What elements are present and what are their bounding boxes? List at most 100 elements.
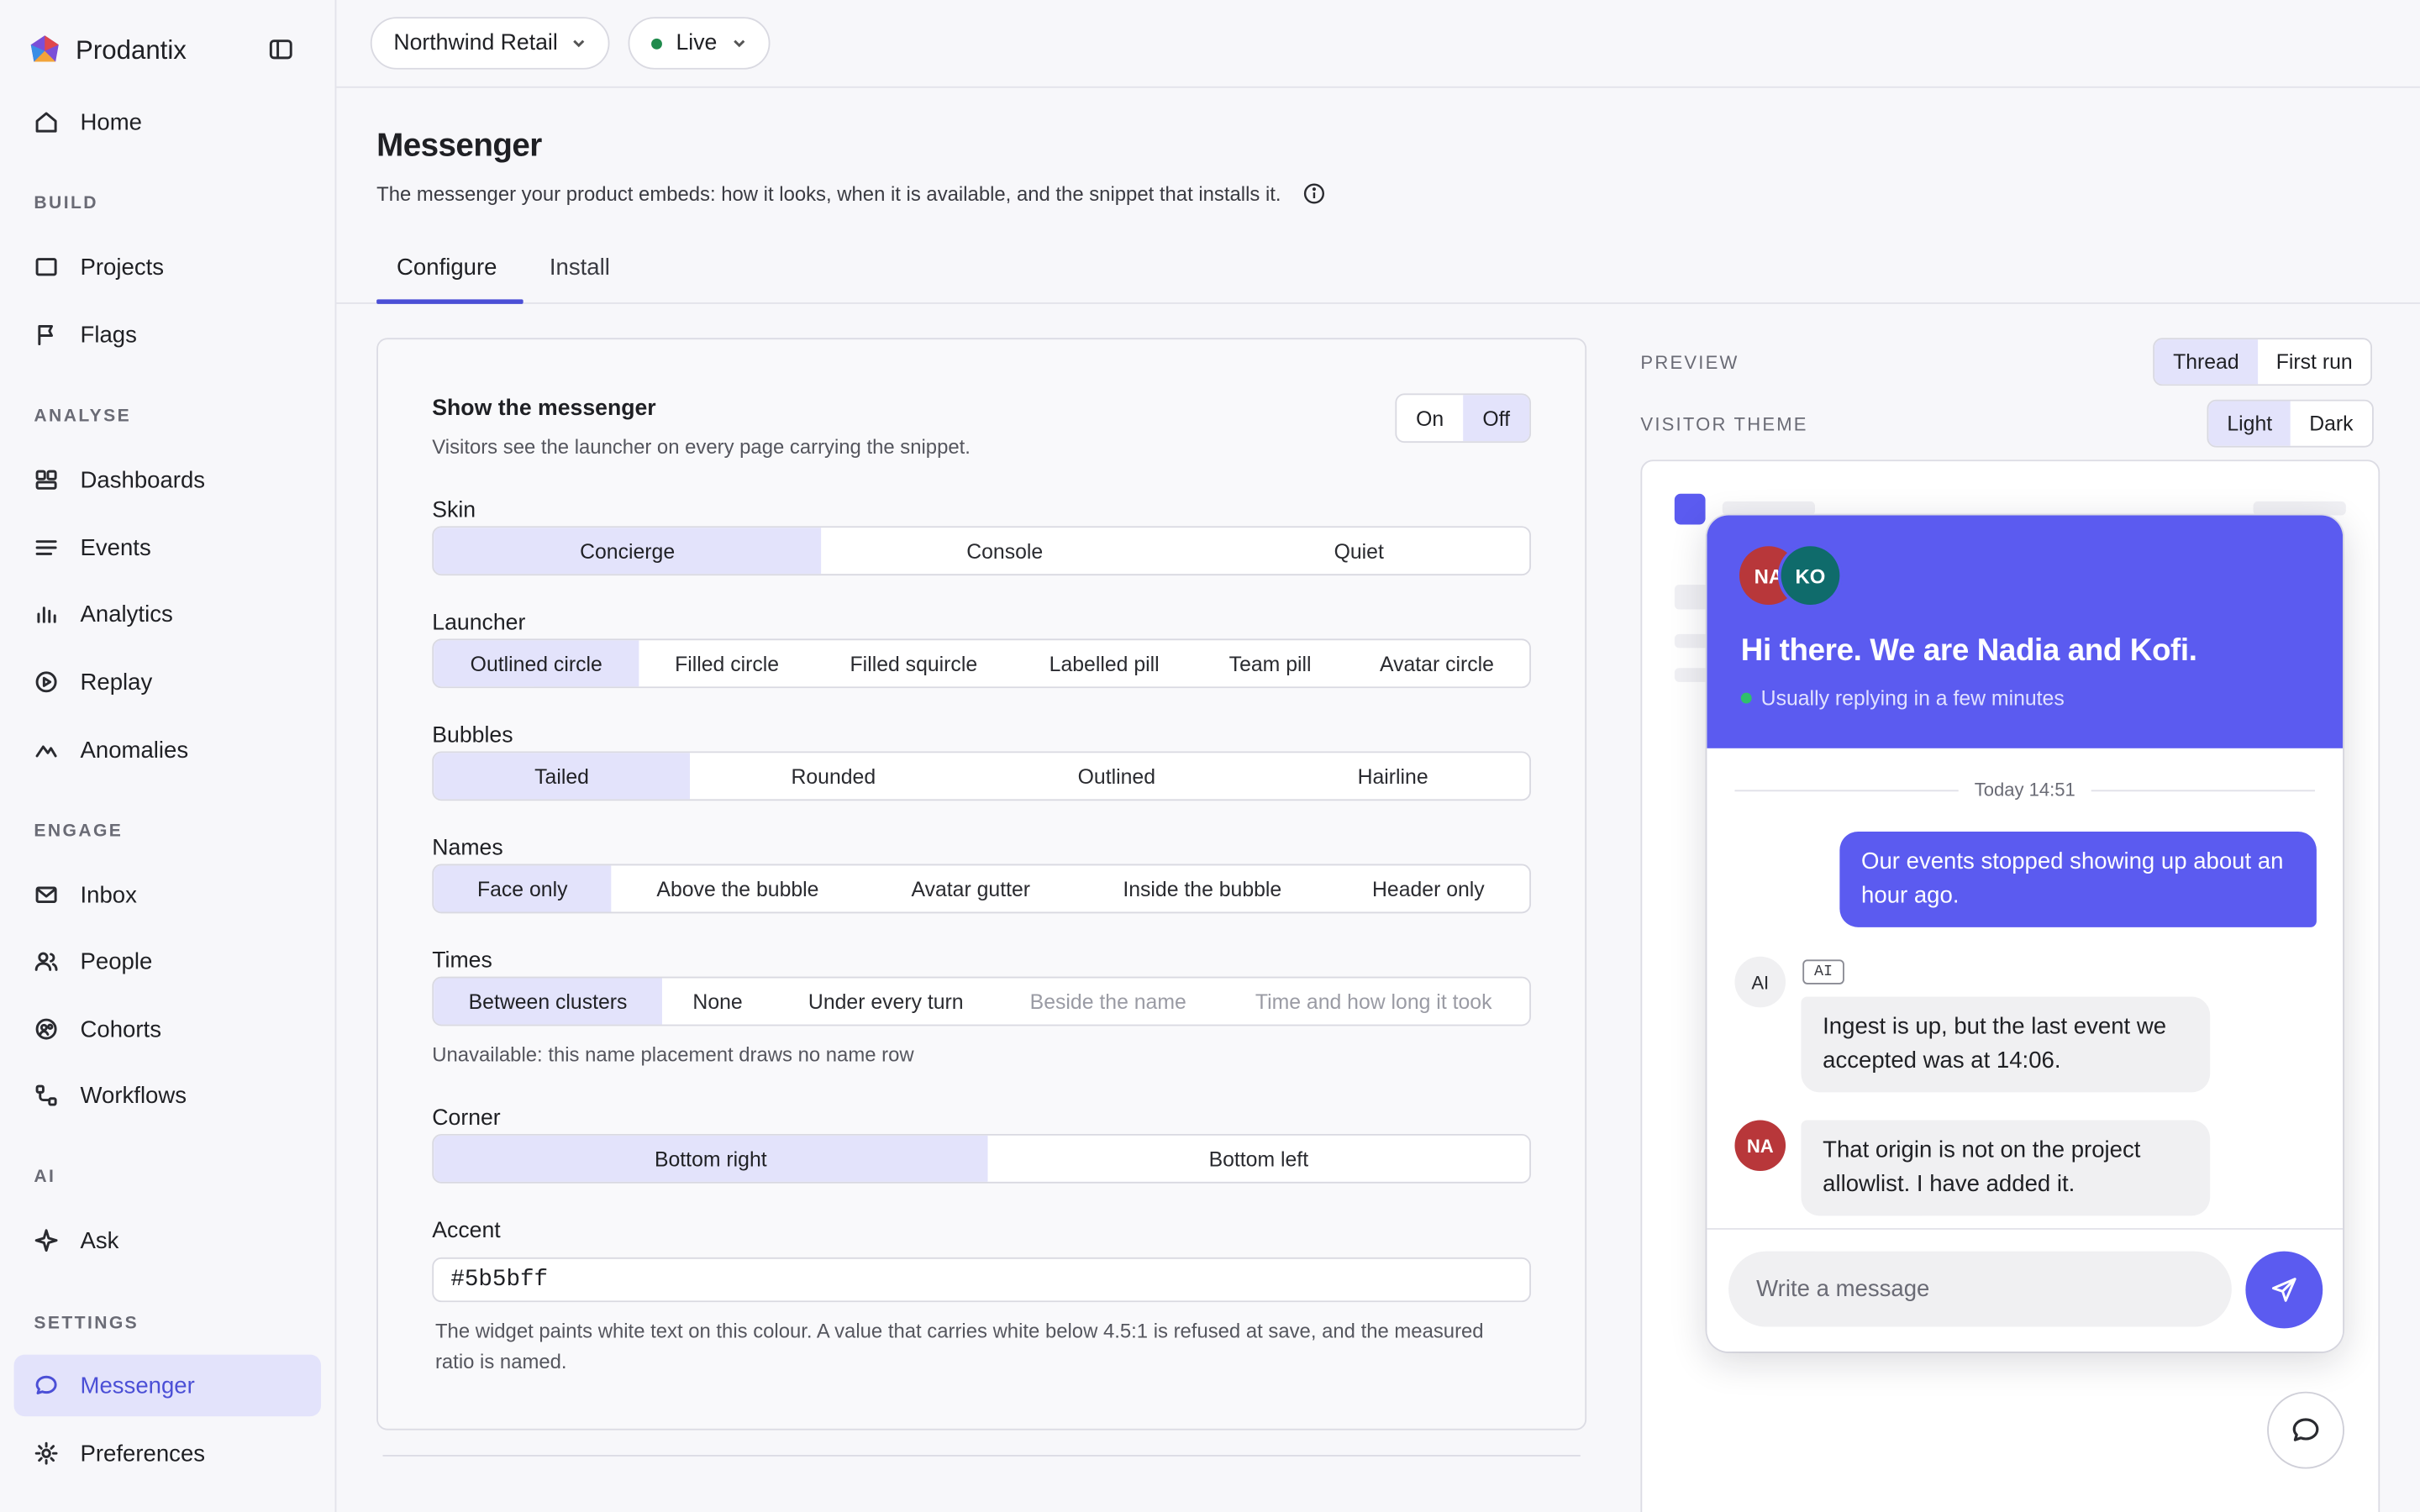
preview-mode-thread[interactable]: Thread [2154,339,2258,385]
bubbles-option[interactable]: Hairline [1256,753,1529,799]
preview-mode-first-run[interactable]: First run [2258,339,2371,384]
show-messenger-toggle: On Off [1395,393,1532,444]
times-option-disabled: Beside the name [1029,990,1186,1013]
sparkle-icon [34,1229,58,1252]
mail-icon [35,886,57,904]
toggle-on[interactable]: On [1397,395,1463,441]
sidebar-item-messenger[interactable]: Messenger [13,1354,322,1417]
corner-option[interactable]: Bottom right [434,1135,988,1182]
sidebar-item-label: Messenger [80,1372,195,1399]
flag-icon [38,324,53,346]
bubbles-option[interactable]: Rounded [690,753,977,799]
ai-message: Ingest is up, but the last event we acce… [1801,996,2211,1093]
sidebar-item-replay[interactable]: Replay [14,651,322,712]
widget-header: NA KO Hi there. We are Nadia and Kofi. U… [1707,515,2344,748]
sidebar-item-label: Dashboards [80,466,206,493]
sidebar-item-home[interactable]: Home [14,91,322,152]
launcher-selector: Outlined circle Filled circle Filled squ… [432,638,1532,689]
bar-chart-icon [37,606,56,623]
sidebar-item-label: Inbox [80,881,137,908]
launcher-button[interactable] [2267,1391,2344,1469]
sidebar-item-analytics[interactable]: Analytics [14,583,322,644]
sidebar-item-dashboards[interactable]: Dashboards [14,449,322,510]
sidebar-item-people[interactable]: People [14,931,322,992]
names-option[interactable]: Header only [1328,865,1530,911]
day-divider-text: Today 14:51 [1974,779,2075,801]
accent-label: Accent [432,1218,501,1244]
sidebar-item-projects[interactable]: Projects [14,236,322,297]
launcher-option[interactable]: Filled squircle [815,640,1013,686]
launcher-option[interactable]: Labelled pill [1013,640,1197,686]
tab-bar: Configure Install [336,242,2420,304]
widget-greeting: Hi there. We are Nadia and Kofi. [1740,633,2197,669]
section-engage: ENGAGE [34,822,124,842]
names-option[interactable]: Face only [434,865,612,912]
message-input[interactable]: Write a message [1728,1251,2232,1327]
people-icon [34,952,58,971]
show-messenger-label: Show the messenger [432,396,656,422]
corner-option[interactable]: Bottom left [987,1136,1529,1182]
toggle-off[interactable]: Off [1463,395,1530,442]
avatar: KO [1781,546,1840,605]
composer: Write a message [1707,1228,2344,1352]
launcher-option[interactable]: Avatar circle [1344,640,1529,686]
sidebar-item-cohorts[interactable]: Cohorts [14,998,322,1059]
skin-option[interactable]: Quiet [1188,528,1529,574]
live-status-dot [651,37,662,49]
sidebar-item-inbox[interactable]: Inbox [14,864,322,926]
launcher-option[interactable]: Filled circle [639,640,814,686]
gear-icon [34,1441,58,1465]
brand[interactable]: Prodantix [28,31,187,71]
widget-status-text: Usually replying in a few minutes [1760,686,2065,710]
collapse-sidebar-button[interactable] [269,37,293,61]
chevron-down-icon [573,39,586,48]
sidebar-item-flags[interactable]: Flags [14,304,322,365]
sidebar-item-label: Workflows [80,1082,187,1109]
section-settings: SETTINGS [34,1314,139,1333]
environment-name: Live [676,30,718,56]
workspace-switcher[interactable]: Northwind Retail [370,17,611,70]
tab-install[interactable]: Install [550,255,610,281]
bubbles-option[interactable]: Tailed [434,753,691,800]
bubbles-selector: Tailed Rounded Outlined Hairline [432,751,1532,801]
prodantix-logo-icon [30,35,59,62]
names-option[interactable]: Above the bubble [611,865,864,911]
home-icon [35,112,57,133]
sidebar-item-anomalies[interactable]: Anomalies [14,719,322,780]
skeleton-line [2253,501,2346,516]
preview-mode-selector: Thread First run [2153,338,2373,386]
send-icon [2271,1278,2296,1302]
sidebar-item-label: Analytics [80,601,173,627]
sidebar-item-ask[interactable]: Ask [14,1210,322,1271]
sidebar-item-label: Projects [80,254,165,281]
sidebar-item-preferences[interactable]: Preferences [14,1422,322,1483]
sidebar-item-label: Replay [80,669,153,696]
info-icon[interactable] [1302,182,1326,206]
theme-light[interactable]: Light [2208,401,2291,446]
bubbles-option[interactable]: Outlined [977,753,1256,799]
tab-configure[interactable]: Configure [397,255,497,281]
names-option[interactable]: Avatar gutter [865,865,1077,911]
corner-label: Corner [432,1105,501,1131]
theme-dark[interactable]: Dark [2291,402,2371,446]
names-option[interactable]: Inside the bubble [1077,865,1328,911]
sidebar-item-events[interactable]: Events [14,517,322,578]
skin-option[interactable]: Console [821,528,1188,574]
times-option[interactable]: None [662,978,773,1024]
events-list-icon [35,540,57,555]
sidebar-item-label: Cohorts [80,1016,161,1042]
environment-switcher[interactable]: Live [628,17,770,70]
skin-option[interactable]: Concierge [434,528,822,575]
times-option[interactable]: Under every turn [773,978,998,1024]
accent-color-input[interactable]: #5b5bff [432,1257,1532,1303]
sidebar-item-workflows[interactable]: Workflows [14,1064,322,1126]
launcher-option[interactable]: Outlined circle [434,640,639,687]
chat-bubble-icon [35,1375,57,1395]
launcher-option[interactable]: Team pill [1196,640,1344,686]
times-selector: Between clusters None Under every turn B… [432,976,1532,1026]
times-label: Times [432,948,492,974]
times-option[interactable]: Between clusters [434,978,662,1025]
day-divider: Today 14:51 [1734,779,2316,801]
send-button[interactable] [2245,1251,2323,1329]
sidebar-item-label: Ask [80,1227,119,1254]
